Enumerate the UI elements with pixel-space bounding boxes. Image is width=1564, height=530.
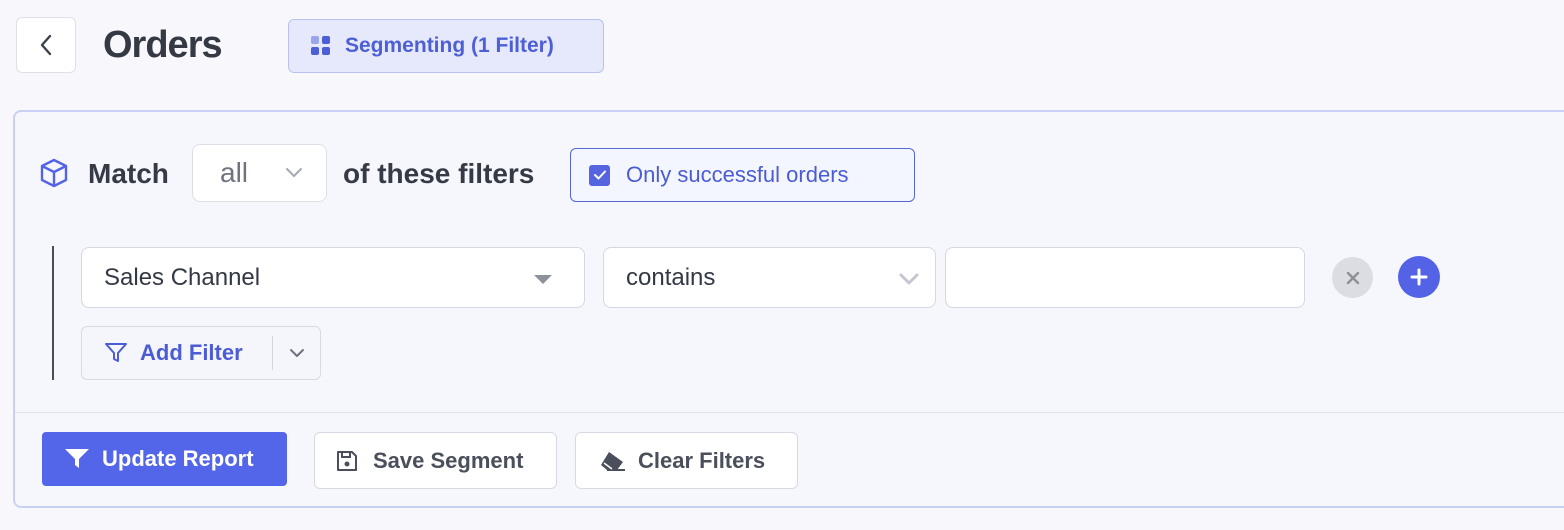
chevron-down-icon <box>899 272 919 286</box>
save-segment-label: Save Segment <box>373 447 524 473</box>
field-select-value: Sales Channel <box>104 263 261 291</box>
operator-select-value: contains <box>626 263 716 291</box>
segmenting-label: Segmenting (1 Filter) <box>345 34 554 57</box>
save-segment-button[interactable]: Save Segment <box>314 432 557 489</box>
add-filter-button[interactable]: Add Filter <box>82 327 272 379</box>
funnel-icon <box>64 448 90 470</box>
field-select[interactable]: Sales Channel <box>81 247 585 308</box>
remove-rule-button[interactable] <box>1332 257 1373 298</box>
add-filter-label: Add Filter <box>140 340 243 365</box>
eraser-icon <box>598 450 626 472</box>
plus-icon <box>1410 268 1428 286</box>
floppy-disk-icon <box>335 449 359 473</box>
only-successful-label: Only successful orders <box>626 162 849 187</box>
filter-value-input[interactable] <box>945 247 1305 308</box>
match-mode-value: all <box>220 157 249 188</box>
add-filter-dropdown[interactable] <box>273 327 320 379</box>
add-filter-split-button: Add Filter <box>81 326 321 380</box>
operator-select[interactable]: contains <box>603 247 936 308</box>
match-label: Match <box>88 158 169 189</box>
panel-divider <box>15 412 1564 413</box>
grid-icon <box>311 36 331 56</box>
rule-group-line <box>52 246 54 380</box>
update-report-button[interactable]: Update Report <box>42 432 287 486</box>
match-suffix-label: of these filters <box>343 158 535 189</box>
cube-icon <box>38 157 70 189</box>
caret-down-icon <box>534 275 552 284</box>
chevron-down-icon <box>288 347 306 359</box>
clear-filters-label: Clear Filters <box>638 447 766 473</box>
clear-filters-button[interactable]: Clear Filters <box>575 432 798 489</box>
update-report-label: Update Report <box>102 446 254 471</box>
segmenting-button[interactable]: Segmenting (1 Filter) <box>288 19 604 73</box>
add-rule-button[interactable] <box>1398 256 1440 298</box>
back-button[interactable] <box>16 17 76 73</box>
page-title: Orders <box>103 24 223 66</box>
check-icon[interactable] <box>589 164 610 186</box>
funnel-icon <box>104 342 128 364</box>
chevron-left-icon <box>39 33 53 57</box>
close-icon <box>1346 271 1360 285</box>
only-successful-toggle[interactable]: Only successful orders <box>570 148 915 202</box>
chevron-down-icon <box>284 165 304 179</box>
match-mode-select[interactable]: all <box>192 144 327 202</box>
